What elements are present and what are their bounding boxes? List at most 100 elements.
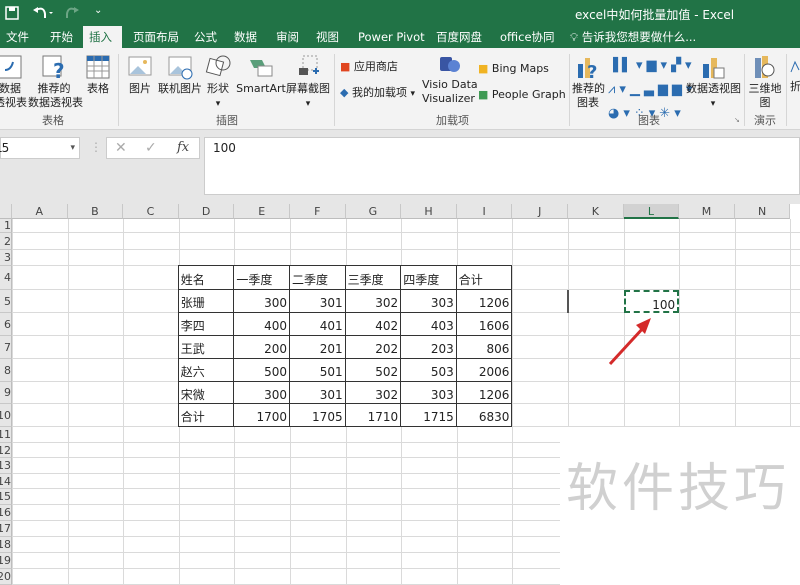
- dialog-launcher-icon[interactable]: ↘: [734, 116, 740, 124]
- statistic-chart-icon[interactable]: ▁▃▆: [630, 82, 672, 97]
- column-header-M[interactable]: M: [679, 204, 735, 219]
- bing-maps-button[interactable]: ■ Bing Maps: [478, 62, 549, 76]
- row-header-3[interactable]: 3: [0, 250, 12, 266]
- row-header-15[interactable]: 15: [0, 489, 12, 505]
- table-cell[interactable]: 张珊: [177, 289, 235, 313]
- tab-home[interactable]: 开始: [44, 26, 79, 48]
- tell-me-search[interactable]: 💡︎ 告诉我您想要做什么...: [564, 26, 702, 48]
- table-cell[interactable]: 李四: [177, 312, 235, 336]
- table-cell[interactable]: 502: [344, 358, 402, 382]
- row-header-7[interactable]: 7: [0, 336, 12, 359]
- sparkline-line-button[interactable]: 折: [790, 54, 800, 94]
- tab-file[interactable]: 文件: [0, 26, 35, 48]
- column-header-J[interactable]: J: [512, 204, 568, 219]
- row-header-9[interactable]: 9: [0, 382, 12, 404]
- 3d-map-button[interactable]: 三维地 图: [748, 54, 782, 110]
- table-cell[interactable]: 403: [400, 312, 457, 336]
- store-button[interactable]: ■ 应用商店: [340, 60, 398, 74]
- table-cell[interactable]: 201: [289, 335, 346, 359]
- table-cell[interactable]: 500: [233, 358, 290, 382]
- selected-cell-L5[interactable]: 100: [623, 290, 680, 313]
- insert-function-icon[interactable]: fx: [177, 140, 189, 155]
- column-header-B[interactable]: B: [67, 204, 124, 219]
- table-cell[interactable]: 401: [289, 312, 346, 336]
- tab-insert[interactable]: 插入: [83, 26, 122, 48]
- table-cell[interactable]: 203: [400, 335, 457, 359]
- enter-icon[interactable]: ✓: [145, 140, 157, 156]
- table-header-cell[interactable]: 三季度: [344, 265, 402, 290]
- table-cell[interactable]: 202: [344, 335, 402, 359]
- column-header-N[interactable]: N: [734, 204, 791, 219]
- row-header-19[interactable]: 19: [0, 553, 12, 569]
- column-chart-icon[interactable]: ▐▌▾: [608, 58, 647, 73]
- table-cell[interactable]: 1715: [400, 403, 457, 427]
- row-header-12[interactable]: 12: [0, 443, 12, 458]
- column-header-H[interactable]: H: [401, 204, 457, 219]
- tab-baidu-netdisk[interactable]: 百度网盘: [430, 26, 488, 48]
- online-picture-button[interactable]: 联机图片: [156, 54, 204, 96]
- people-graph-button[interactable]: ■ People Graph: [478, 88, 566, 102]
- pivot-chart-button[interactable]: 数据透视图 ▾: [686, 54, 741, 111]
- column-header-L[interactable]: L: [623, 204, 680, 219]
- table-cell[interactable]: 赵六: [177, 358, 235, 382]
- table-cell[interactable]: 1206: [455, 381, 513, 404]
- row-header-14[interactable]: 14: [0, 474, 12, 489]
- column-header-D[interactable]: D: [178, 204, 235, 219]
- recommended-charts-button[interactable]: ? 推荐的 图表: [572, 54, 605, 110]
- table-cell[interactable]: 400: [233, 312, 290, 336]
- column-header-A[interactable]: A: [12, 204, 68, 219]
- table-cell[interactable]: 200: [233, 335, 290, 359]
- select-all-corner[interactable]: [0, 204, 12, 219]
- row-header-10[interactable]: 10: [0, 404, 12, 427]
- row-header-5[interactable]: 5: [0, 290, 12, 313]
- my-addins-button[interactable]: ◆ 我的加载项 ▾: [340, 86, 415, 101]
- row-header-17[interactable]: 17: [0, 521, 12, 537]
- table-cell[interactable]: 6830: [455, 403, 513, 427]
- column-header-F[interactable]: F: [290, 204, 346, 219]
- radar-chart-icon[interactable]: ✳▾: [659, 106, 684, 121]
- row-header-8[interactable]: 8: [0, 359, 12, 382]
- row-header-2[interactable]: 2: [0, 233, 12, 250]
- smartart-button[interactable]: SmartArt: [236, 54, 286, 96]
- drag-handle-icon[interactable]: ⋮: [90, 140, 102, 154]
- tab-data[interactable]: 数据: [228, 26, 263, 48]
- table-cell[interactable]: 1606: [455, 312, 513, 336]
- name-box[interactable]: L5 ▾: [0, 137, 80, 159]
- column-header-I[interactable]: I: [456, 204, 513, 219]
- picture-button[interactable]: 图片: [126, 54, 154, 96]
- tab-page-layout[interactable]: 页面布局: [127, 26, 185, 48]
- hierarchy-chart-icon[interactable]: ▆▾: [647, 58, 672, 73]
- chevron-down-icon[interactable]: ▾: [70, 138, 75, 158]
- table-header-cell[interactable]: 二季度: [289, 265, 346, 290]
- visio-button[interactable]: Visio Data Visualizer: [422, 54, 478, 106]
- formula-input[interactable]: 100: [204, 137, 800, 195]
- table-cell[interactable]: 1700: [233, 403, 290, 427]
- row-header-1[interactable]: 1: [0, 219, 12, 233]
- row-header-6[interactable]: 6: [0, 313, 12, 336]
- table-cell[interactable]: 1710: [344, 403, 402, 427]
- row-header-11[interactable]: 11: [0, 427, 12, 443]
- table-cell[interactable]: 402: [344, 312, 402, 336]
- row-header-13[interactable]: 13: [0, 458, 12, 474]
- pivot-table-button[interactable]: 数据 透视表: [0, 54, 27, 110]
- table-cell[interactable]: 300: [233, 381, 290, 404]
- tab-office-collab[interactable]: office协同: [494, 26, 561, 48]
- table-cell[interactable]: 503: [400, 358, 457, 382]
- redo-icon[interactable]: [62, 6, 84, 20]
- table-cell[interactable]: 301: [289, 381, 346, 404]
- table-cell[interactable]: 宋微: [177, 381, 235, 404]
- table-header-cell[interactable]: 姓名: [177, 265, 235, 290]
- table-header-cell[interactable]: 四季度: [400, 265, 457, 290]
- tab-view[interactable]: 视图: [310, 26, 345, 48]
- table-header-cell[interactable]: 合计: [455, 265, 513, 290]
- column-header-K[interactable]: K: [568, 204, 624, 219]
- column-header-C[interactable]: C: [123, 204, 179, 219]
- customize-icon[interactable]: ⌄: [94, 5, 102, 16]
- table-cell[interactable]: 806: [455, 335, 513, 359]
- table-cell[interactable]: 合计: [177, 403, 235, 427]
- table-cell[interactable]: 2006: [455, 358, 513, 382]
- table-cell[interactable]: 302: [344, 289, 402, 313]
- table-cell[interactable]: 300: [233, 289, 290, 313]
- column-header-G[interactable]: G: [345, 204, 402, 219]
- table-cell[interactable]: 501: [289, 358, 346, 382]
